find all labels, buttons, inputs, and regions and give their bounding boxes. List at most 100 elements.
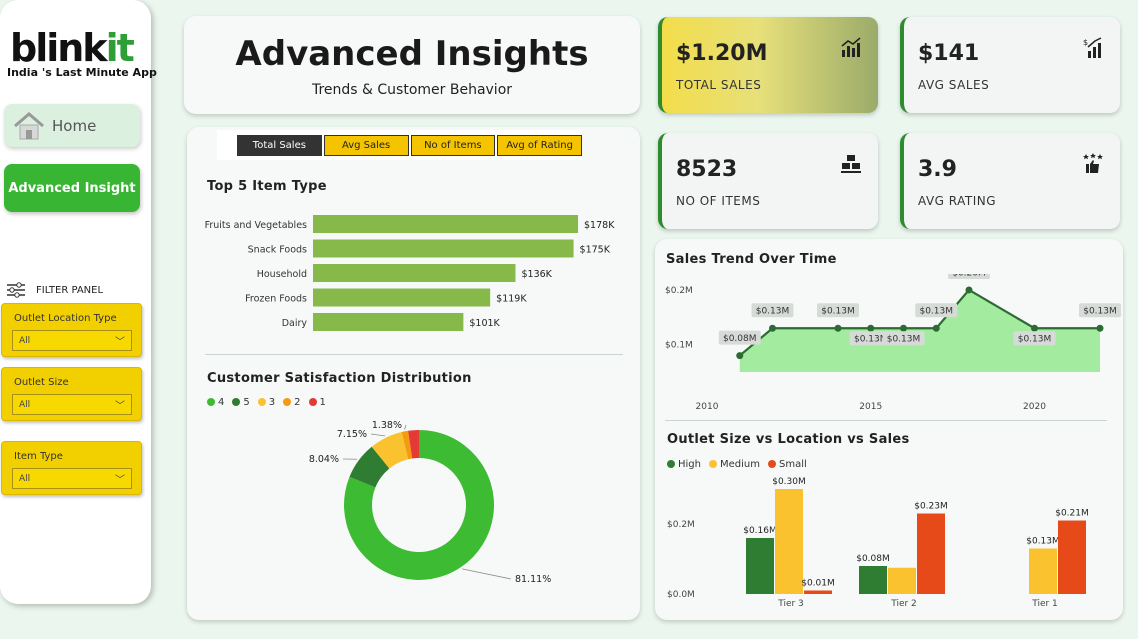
- bar: [1058, 520, 1086, 594]
- kpi-total-sales: $1.20M TOTAL SALES: [658, 17, 878, 113]
- data-label: $0.13M: [756, 307, 790, 317]
- bar-value-label: $101K: [469, 318, 500, 329]
- trend-point: [900, 324, 907, 332]
- tab-avg-of-rating[interactable]: Avg of Rating: [497, 134, 582, 156]
- legend-item-1: 1: [308, 397, 326, 408]
- slicer-label: Outlet Location Type: [14, 313, 117, 324]
- tab-avg-sales[interactable]: Avg Sales: [323, 134, 409, 156]
- slicer-outlet-size: Outlet Size All ﹀: [1, 367, 142, 421]
- page-header: Advanced Insights Trends & Customer Beha…: [184, 16, 640, 114]
- bar: [313, 239, 574, 258]
- bar: [313, 215, 579, 233]
- bar-category-label: Snack Foods: [248, 245, 307, 256]
- trend-point: [834, 324, 842, 332]
- page-title: Advanced Insights: [235, 34, 589, 74]
- boxes-icon: [841, 155, 861, 173]
- bar-value-label: $0.01M: [801, 579, 835, 589]
- outlet-location-dropdown[interactable]: All ﹀: [12, 330, 132, 351]
- bar: [313, 313, 464, 331]
- outlet-legend: High Medium Small: [667, 459, 807, 470]
- bar-category-label: Dairy: [282, 318, 308, 329]
- sales-trend-chart: $0.1M$0.2M2010 2015 2020$0.08M$0.13M $0.13M…: [665, 274, 1121, 412]
- bar: [1029, 548, 1057, 594]
- bar: [804, 590, 832, 594]
- trend-point: [867, 324, 875, 332]
- bar: [746, 538, 774, 594]
- legend-item-2: 2: [283, 397, 301, 408]
- bar-category-label: Household: [257, 269, 307, 280]
- kpi-avg-rating: 3.9 AVG RATING: [900, 133, 1120, 229]
- slicer-item-type: Item Type All ﹀: [1, 441, 142, 495]
- kpi-value: $1.20M: [676, 41, 768, 66]
- bar-value-label: $0.23M: [914, 502, 948, 512]
- data-label: $0.13M: [1018, 335, 1052, 345]
- section-divider: [205, 354, 623, 355]
- legend-item-3: 3: [257, 397, 275, 408]
- kpi-label: AVG RATING: [918, 194, 997, 208]
- top5-item-type-chart: Fruits and Vegetables $178K Snack Foods $17…: [205, 215, 615, 331]
- trend-point: [1096, 324, 1104, 332]
- tab-no-of-items[interactable]: No of Items: [410, 134, 496, 156]
- leader-line: [461, 568, 512, 580]
- kpi-value: $141: [918, 41, 980, 66]
- bar-value-label: $175K: [580, 245, 611, 256]
- bar-value-label: $119K: [496, 294, 527, 305]
- data-label: $0.13M: [1083, 307, 1117, 317]
- slice-label: 7.15%: [337, 429, 367, 440]
- bar-value-label: $0.16M: [743, 526, 777, 536]
- data-label: $0.20M: [952, 274, 986, 278]
- bar-value-label: $0.30M: [772, 477, 806, 487]
- brand-tagline: India 's Last Minute App: [7, 66, 157, 79]
- outlet-size-location-chart: $0.0M $0.2M Tier 3 $0.16M $0.30M $0.01M Tier 2…: [667, 477, 1089, 609]
- bar-value-label: $0.21M: [1055, 509, 1089, 519]
- page-subtitle: Trends & Customer Behavior: [311, 82, 513, 98]
- kpi-label: TOTAL SALES: [676, 78, 762, 92]
- x-tick-label: 2010: [696, 402, 719, 412]
- x-tick-label: 2020: [1023, 402, 1046, 412]
- data-label: $0.13M: [821, 307, 855, 317]
- legend-item-medium: Medium: [708, 459, 760, 470]
- kpi-value: 8523: [676, 157, 738, 182]
- bar-chart-icon: [841, 37, 861, 57]
- chevron-down-icon: ﹀: [115, 401, 125, 412]
- outlet-size-dropdown[interactable]: All ﹀: [12, 394, 132, 415]
- chevron-down-icon: ﹀: [115, 475, 125, 486]
- x-tick-label: 2015: [859, 402, 882, 412]
- bar-category-label: Frozen Foods: [245, 294, 307, 305]
- leader-line: [404, 424, 407, 430]
- tab-total-sales[interactable]: Total Sales: [237, 134, 322, 156]
- item-type-dropdown[interactable]: All ﹀: [12, 468, 132, 489]
- bar-value-label: $136K: [521, 269, 552, 280]
- kpi-label: NO OF ITEMS: [676, 194, 761, 208]
- home-label: Home: [52, 116, 97, 135]
- home-button[interactable]: Home: [4, 104, 140, 147]
- insights-panel: Total Sales Avg Sales No of Items Avg of…: [187, 127, 640, 620]
- section-divider: [665, 420, 1107, 421]
- slicer-outlet-location-type: Outlet Location Type All ﹀: [1, 303, 142, 357]
- x-tick-label: Tier 3: [777, 599, 804, 609]
- trend-point: [736, 352, 744, 360]
- trend-point: [769, 324, 776, 332]
- legend-item-high: High: [667, 459, 701, 470]
- sidebar: blinkit India 's Last Minute App Home Ad…: [0, 0, 157, 604]
- kpi-value: 3.9: [918, 157, 957, 182]
- thumbs-up-stars-icon: [1083, 153, 1103, 173]
- x-tick-label: Tier 1: [1031, 599, 1058, 609]
- x-tick-label: Tier 2: [890, 599, 917, 609]
- legend-item-5: 5: [232, 397, 250, 408]
- bar: [888, 567, 916, 594]
- legend-item-4: 4: [207, 397, 224, 408]
- slicer-label: Item Type: [14, 451, 63, 462]
- slice-label: 81.11%: [515, 574, 551, 585]
- slice-label: 8.04%: [309, 454, 339, 465]
- satisfaction-donut-chart: 81.11% 8.04% 7.15% 1.38%: [309, 420, 551, 585]
- trend-panel: Sales Trend Over Time $0.1M $0.2M 2010 2015…: [655, 239, 1123, 620]
- trend-area: [739, 289, 1100, 372]
- outlet-chart-title: Outlet Size vs Location vs Sales: [667, 432, 910, 447]
- satisfaction-chart-title: Customer Satisfaction Distribution: [207, 371, 472, 386]
- y-tick-label: $0.2M: [667, 520, 695, 530]
- advanced-insight-button[interactable]: Advanced Insight: [4, 164, 140, 212]
- bar: [313, 288, 491, 307]
- data-label: $0.13M: [887, 335, 921, 345]
- bar: [917, 513, 945, 594]
